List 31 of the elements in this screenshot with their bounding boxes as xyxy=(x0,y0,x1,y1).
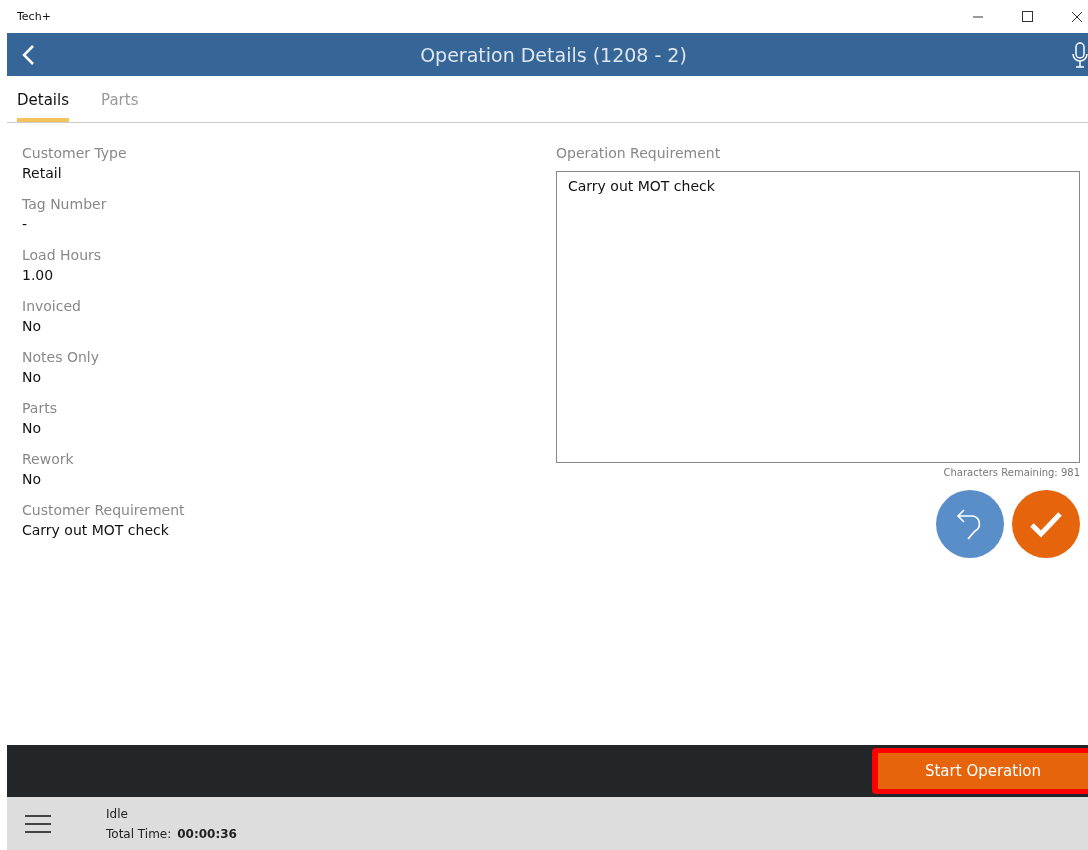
window-title: Tech+ xyxy=(17,10,51,23)
field-value: No xyxy=(22,470,43,489)
field-label: Operation Requirement xyxy=(556,144,722,163)
field-value: - xyxy=(22,215,29,234)
field-label: Parts xyxy=(22,399,58,418)
close-icon[interactable] xyxy=(1071,10,1083,23)
field-label: Rework xyxy=(22,450,75,469)
field-value: No xyxy=(22,317,43,336)
field-label: Tag Number xyxy=(22,195,108,214)
tab[interactable]: Details xyxy=(17,76,69,122)
total-time-label: Total Time: xyxy=(106,826,172,841)
status-text: Idle xyxy=(106,806,129,821)
field-label: Customer Type xyxy=(22,144,128,163)
field-value: No xyxy=(22,419,43,438)
maximize-icon[interactable] xyxy=(1022,11,1033,22)
field-label: Load Hours xyxy=(22,246,103,265)
menu-icon[interactable] xyxy=(24,813,52,834)
field-value: Retail xyxy=(22,164,63,183)
field-label: Customer Requirement xyxy=(22,501,186,520)
requirement-text-area[interactable]: Carry out MOT check xyxy=(556,171,1080,463)
microphone-icon[interactable] xyxy=(1072,41,1088,68)
field-value: No xyxy=(22,368,43,387)
field-label: Notes Only xyxy=(22,348,100,367)
field-label: Invoiced xyxy=(22,297,82,316)
field-value: Carry out MOT check xyxy=(22,521,170,540)
back-icon[interactable] xyxy=(21,43,35,66)
total-time-value: 00:00:36 xyxy=(177,826,237,841)
checkmark-icon xyxy=(1029,510,1063,538)
characters-remaining: Characters Remaining: 981 xyxy=(943,467,1080,478)
field-value: 1.00 xyxy=(22,266,55,285)
page-title: Operation Details (1208 - 2) xyxy=(419,43,688,66)
